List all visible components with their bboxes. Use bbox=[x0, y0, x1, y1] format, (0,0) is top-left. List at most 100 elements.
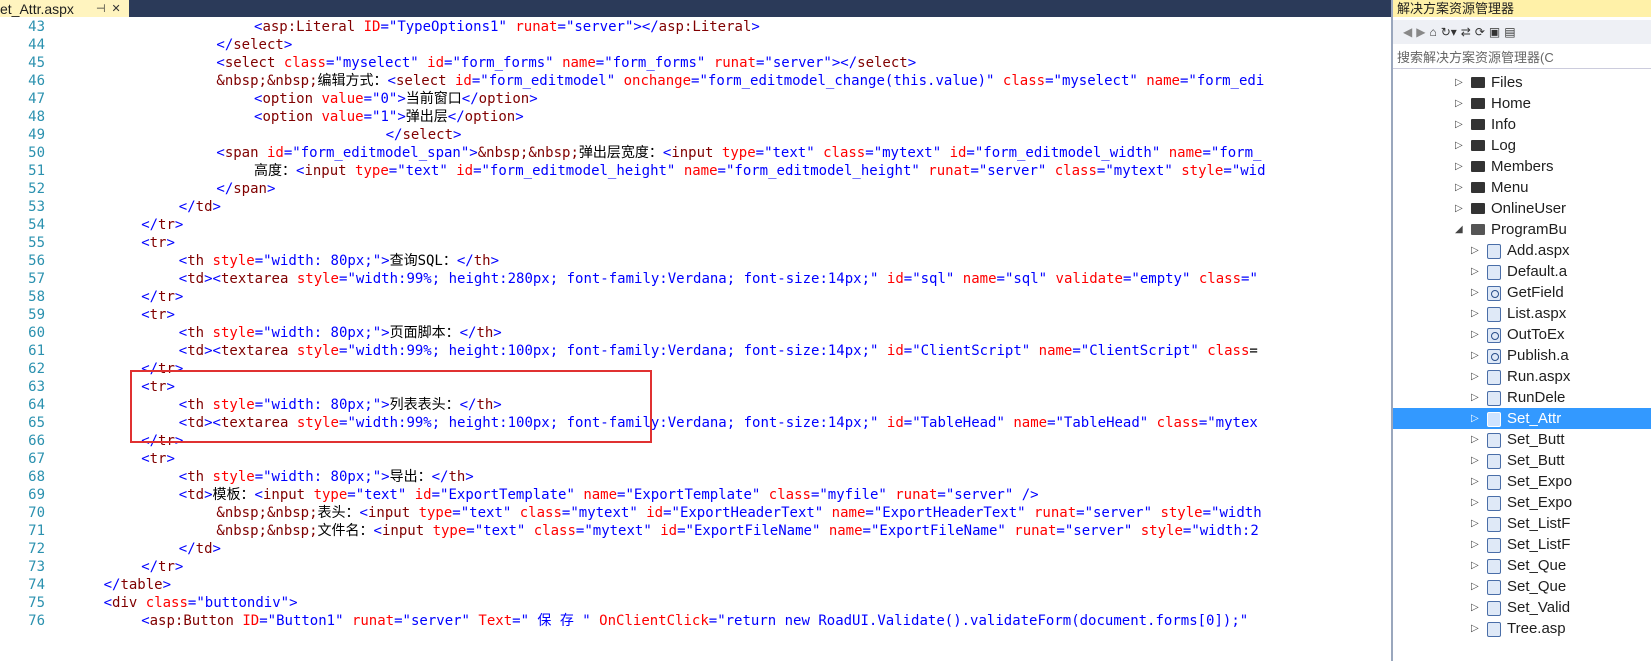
tree-item[interactable]: ▷ Set_Que bbox=[1393, 576, 1651, 597]
code-line[interactable]: 73 </tr> bbox=[0, 558, 1391, 576]
expand-arrow-icon[interactable]: ▷ bbox=[1471, 534, 1479, 555]
tree-item[interactable]: ▷ Set_Butt bbox=[1393, 429, 1651, 450]
collapse-arrow-icon[interactable]: ◢ bbox=[1455, 219, 1463, 240]
expand-arrow-icon[interactable]: ▷ bbox=[1471, 429, 1479, 450]
code-line[interactable]: 62 </tr> bbox=[0, 360, 1391, 378]
code-line[interactable]: 70 &nbsp;&nbsp;表头：<input type="text" clas… bbox=[0, 504, 1391, 522]
tree-item[interactable]: ▷ Set_Expo bbox=[1393, 471, 1651, 492]
tree-item[interactable]: ▷ OutToEx bbox=[1393, 324, 1651, 345]
pin-icon[interactable]: ⊣ bbox=[96, 2, 106, 15]
tree-item[interactable]: ▷ RunDele bbox=[1393, 387, 1651, 408]
code-line[interactable]: 54 </tr> bbox=[0, 216, 1391, 234]
expand-arrow-icon[interactable]: ▷ bbox=[1471, 450, 1479, 471]
collapse-icon[interactable]: ▣ bbox=[1489, 25, 1500, 39]
code-line[interactable]: 46 &nbsp;&nbsp;编辑方式：<select id="form_edit… bbox=[0, 72, 1391, 90]
code-line[interactable]: 63 <tr> bbox=[0, 378, 1391, 396]
code-line[interactable]: 69 <td>模板：<input type="text" id="ExportTe… bbox=[0, 486, 1391, 504]
tree-item[interactable]: ▷ OnlineUser bbox=[1393, 198, 1651, 219]
expand-arrow-icon[interactable]: ▷ bbox=[1471, 282, 1479, 303]
expand-arrow-icon[interactable]: ▷ bbox=[1471, 387, 1479, 408]
expand-arrow-icon[interactable]: ▷ bbox=[1471, 471, 1479, 492]
expand-arrow-icon[interactable]: ▷ bbox=[1471, 261, 1479, 282]
expand-arrow-icon[interactable]: ▷ bbox=[1455, 135, 1463, 156]
code-line[interactable]: 61 <td><textarea style="width:99%; height… bbox=[0, 342, 1391, 360]
expand-arrow-icon[interactable]: ▷ bbox=[1455, 156, 1463, 177]
code-line[interactable]: 64 <th style="width: 80px;">列表表头：</th> bbox=[0, 396, 1391, 414]
forward-icon[interactable]: ▶ bbox=[1416, 25, 1425, 39]
tree-item[interactable]: ▷ Info bbox=[1393, 114, 1651, 135]
tree-item[interactable]: ▷ Set_Que bbox=[1393, 555, 1651, 576]
code-line[interactable]: 45 <select class="myselect" id="form_form… bbox=[0, 54, 1391, 72]
tree-item[interactable]: ▷ Set_Butt bbox=[1393, 450, 1651, 471]
code-line[interactable]: 53 </td> bbox=[0, 198, 1391, 216]
tree-item[interactable]: ▷ Tree.asp bbox=[1393, 618, 1651, 639]
tree-item[interactable]: ▷ Set_ListF bbox=[1393, 534, 1651, 555]
code-line[interactable]: 74 </table> bbox=[0, 576, 1391, 594]
tree-item[interactable]: ▷ Members bbox=[1393, 156, 1651, 177]
tree-item[interactable]: ▷ Set_Valid bbox=[1393, 597, 1651, 618]
tree-item[interactable]: ▷ Set_Attr bbox=[1393, 408, 1651, 429]
code-line[interactable]: 68 <th style="width: 80px;">导出：</th> bbox=[0, 468, 1391, 486]
code-line[interactable]: 76 <asp:Button ID="Button1" runat="server… bbox=[0, 612, 1391, 630]
properties-icon[interactable]: ▤ bbox=[1504, 25, 1515, 39]
code-line[interactable]: 60 <th style="width: 80px;">页面脚本：</th> bbox=[0, 324, 1391, 342]
code-line[interactable]: 44 </select> bbox=[0, 36, 1391, 54]
tree-item[interactable]: ▷ GetField bbox=[1393, 282, 1651, 303]
expand-arrow-icon[interactable]: ▷ bbox=[1471, 345, 1479, 366]
code-line[interactable]: 66 </tr> bbox=[0, 432, 1391, 450]
code-line[interactable]: 58 </tr> bbox=[0, 288, 1391, 306]
expand-arrow-icon[interactable]: ▷ bbox=[1455, 72, 1463, 93]
tree-item[interactable]: ▷ Set_Expo bbox=[1393, 492, 1651, 513]
code-line[interactable]: 72 </td> bbox=[0, 540, 1391, 558]
code-editor[interactable]: 43 <asp:Literal ID="TypeOptions1" runat="… bbox=[0, 18, 1391, 661]
home-icon[interactable]: ⌂ bbox=[1429, 25, 1436, 39]
expand-arrow-icon[interactable]: ▷ bbox=[1455, 198, 1463, 219]
tree-item[interactable]: ◢ ProgramBu bbox=[1393, 219, 1651, 240]
code-line[interactable]: 67 <tr> bbox=[0, 450, 1391, 468]
expand-arrow-icon[interactable]: ▷ bbox=[1471, 576, 1479, 597]
code-line[interactable]: 51 高度：<input type="text" id="form_editmod… bbox=[0, 162, 1391, 180]
history-icon[interactable]: ↻▾ bbox=[1441, 25, 1457, 39]
expand-arrow-icon[interactable]: ▷ bbox=[1471, 366, 1479, 387]
expand-arrow-icon[interactable]: ▷ bbox=[1455, 177, 1463, 198]
solution-search-input[interactable]: 搜索解决方案资源管理器(C bbox=[1393, 47, 1651, 69]
sync-icon[interactable]: ⇄ bbox=[1461, 25, 1471, 39]
code-line[interactable]: 59 <tr> bbox=[0, 306, 1391, 324]
tree-item[interactable]: ▷ Menu bbox=[1393, 177, 1651, 198]
expand-arrow-icon[interactable]: ▷ bbox=[1455, 114, 1463, 135]
expand-arrow-icon[interactable]: ▷ bbox=[1471, 492, 1479, 513]
back-icon[interactable]: ◀ bbox=[1403, 25, 1412, 39]
code-line[interactable]: 50 <span id="form_editmodel_span">&nbsp;&… bbox=[0, 144, 1391, 162]
tree-item[interactable]: ▷ Set_ListF bbox=[1393, 513, 1651, 534]
code-line[interactable]: 57 <td><textarea style="width:99%; height… bbox=[0, 270, 1391, 288]
tree-item[interactable]: ▷ Log bbox=[1393, 135, 1651, 156]
close-icon[interactable]: ✕ bbox=[112, 2, 121, 15]
code-line[interactable]: 48 <option value="1">弹出层</option> bbox=[0, 108, 1391, 126]
expand-arrow-icon[interactable]: ▷ bbox=[1471, 555, 1479, 576]
expand-arrow-icon[interactable]: ▷ bbox=[1471, 408, 1479, 429]
tree-item[interactable]: ▷ Files bbox=[1393, 72, 1651, 93]
tree-item[interactable]: ▷ Home bbox=[1393, 93, 1651, 114]
code-line[interactable]: 71 &nbsp;&nbsp;文件名：<input type="text" cla… bbox=[0, 522, 1391, 540]
expand-arrow-icon[interactable]: ▷ bbox=[1471, 240, 1479, 261]
code-line[interactable]: 56 <th style="width: 80px;">查询SQL：</th> bbox=[0, 252, 1391, 270]
tree-item[interactable]: ▷ Add.aspx bbox=[1393, 240, 1651, 261]
code-line[interactable]: 52 </span> bbox=[0, 180, 1391, 198]
expand-arrow-icon[interactable]: ▷ bbox=[1471, 303, 1479, 324]
code-line[interactable]: 49 </select> bbox=[0, 126, 1391, 144]
expand-arrow-icon[interactable]: ▷ bbox=[1471, 618, 1479, 639]
tree-item[interactable]: ▷ Run.aspx bbox=[1393, 366, 1651, 387]
expand-arrow-icon[interactable]: ▷ bbox=[1471, 513, 1479, 534]
expand-arrow-icon[interactable]: ▷ bbox=[1471, 597, 1479, 618]
tree-item[interactable]: ▷ Publish.a bbox=[1393, 345, 1651, 366]
code-line[interactable]: 75 <div class="buttondiv"> bbox=[0, 594, 1391, 612]
refresh-icon[interactable]: ⟳ bbox=[1475, 25, 1485, 39]
code-line[interactable]: 55 <tr> bbox=[0, 234, 1391, 252]
code-line[interactable]: 65 <td><textarea style="width:99%; height… bbox=[0, 414, 1391, 432]
expand-arrow-icon[interactable]: ▷ bbox=[1455, 93, 1463, 114]
document-tab[interactable]: et_Attr.aspx ⊣ ✕ bbox=[0, 0, 129, 17]
code-line[interactable]: 43 <asp:Literal ID="TypeOptions1" runat="… bbox=[0, 18, 1391, 36]
code-line[interactable]: 47 <option value="0">当前窗口</option> bbox=[0, 90, 1391, 108]
tree-item[interactable]: ▷ Default.a bbox=[1393, 261, 1651, 282]
expand-arrow-icon[interactable]: ▷ bbox=[1471, 324, 1479, 345]
